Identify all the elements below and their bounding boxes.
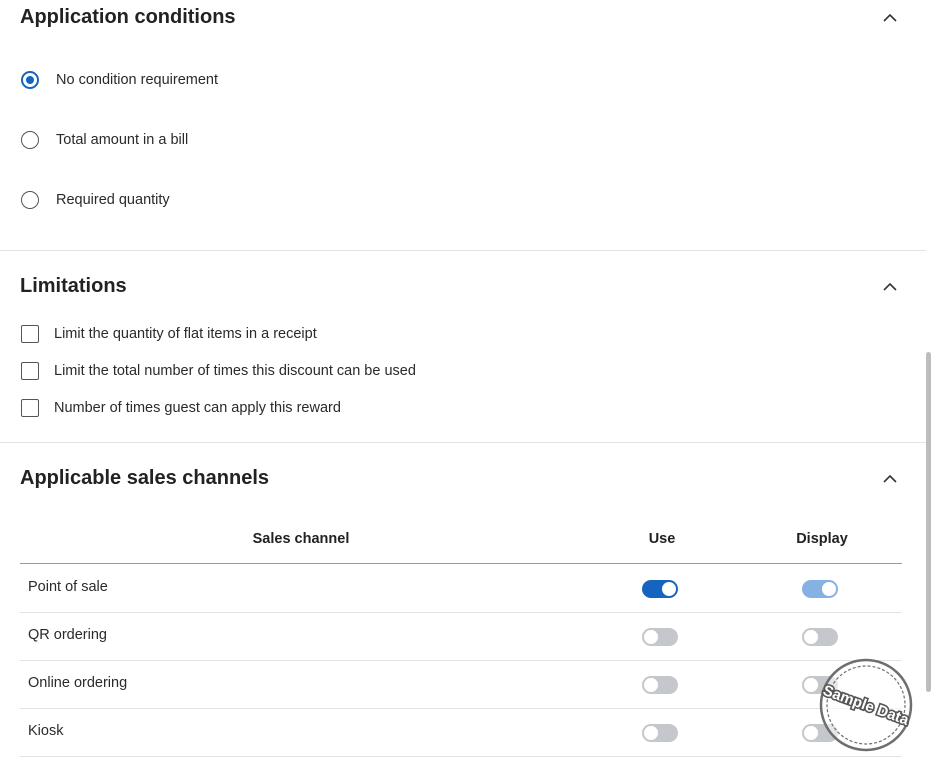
checkbox[interactable] bbox=[21, 325, 39, 343]
checkbox[interactable] bbox=[21, 362, 39, 380]
radio-label: Required quantity bbox=[56, 192, 170, 208]
radio-total-amount[interactable]: Total amount in a bill bbox=[20, 128, 188, 152]
toggle-knob bbox=[644, 678, 658, 692]
section-divider bbox=[0, 442, 926, 443]
toggle-knob bbox=[804, 678, 818, 692]
chevron-up-icon[interactable] bbox=[878, 6, 902, 30]
channel-label: Point of sale bbox=[28, 579, 108, 595]
column-header-display: Display bbox=[796, 531, 848, 547]
radio-required-quantity[interactable]: Required quantity bbox=[20, 188, 170, 212]
checkbox-label: Limit the total number of times this dis… bbox=[54, 363, 416, 379]
use-toggle[interactable] bbox=[642, 724, 678, 742]
display-toggle[interactable] bbox=[802, 580, 838, 598]
radio-button[interactable] bbox=[21, 191, 39, 209]
channel-label: Online ordering bbox=[28, 675, 128, 691]
chevron-up-icon[interactable] bbox=[878, 275, 902, 299]
application-conditions-section: Application conditions No condition requ… bbox=[0, 0, 926, 250]
table-row-qr-ordering: QR ordering bbox=[20, 612, 902, 661]
use-toggle[interactable] bbox=[642, 676, 678, 694]
checkbox-label: Number of times guest can apply this rew… bbox=[54, 400, 341, 416]
column-header-sales-channel: Sales channel bbox=[252, 531, 350, 547]
limitations-section: Limitations Limit the quantity of flat i… bbox=[0, 251, 926, 442]
table-row-online-ordering: Online ordering bbox=[20, 660, 902, 709]
radio-button[interactable] bbox=[21, 71, 39, 89]
toggle-knob bbox=[644, 726, 658, 740]
toggle-knob bbox=[644, 630, 658, 644]
limitations-title: Limitations bbox=[20, 275, 127, 297]
scrollbar-thumb[interactable] bbox=[926, 352, 931, 692]
toggle-knob bbox=[804, 630, 818, 644]
column-header-use: Use bbox=[648, 531, 676, 547]
display-toggle[interactable] bbox=[802, 628, 838, 646]
use-toggle[interactable] bbox=[642, 580, 678, 598]
checkbox[interactable] bbox=[21, 399, 39, 417]
channel-label: Kiosk bbox=[28, 723, 64, 739]
channel-label: QR ordering bbox=[28, 627, 107, 643]
radio-button[interactable] bbox=[21, 131, 39, 149]
use-toggle[interactable] bbox=[642, 628, 678, 646]
toggle-knob bbox=[804, 726, 818, 740]
checkbox-label: Limit the quantity of flat items in a re… bbox=[54, 326, 317, 342]
checkbox-guest-apply-times[interactable]: Number of times guest can apply this rew… bbox=[20, 397, 341, 419]
toggle-knob bbox=[662, 582, 676, 596]
chevron-up-icon[interactable] bbox=[878, 467, 902, 491]
radio-label: Total amount in a bill bbox=[56, 132, 189, 148]
checkbox-limit-total-uses[interactable]: Limit the total number of times this dis… bbox=[20, 360, 416, 382]
application-conditions-title: Application conditions bbox=[20, 6, 236, 28]
sales-channels-title: Applicable sales channels bbox=[20, 467, 269, 489]
table-row-kiosk: Kiosk bbox=[20, 708, 902, 757]
radio-no-condition[interactable]: No condition requirement bbox=[20, 68, 218, 92]
toggle-knob bbox=[822, 582, 836, 596]
checkbox-limit-flat-items[interactable]: Limit the quantity of flat items in a re… bbox=[20, 323, 317, 345]
sample-data-stamp: Sample Data bbox=[818, 657, 914, 753]
table-row-point-of-sale: Point of sale bbox=[20, 564, 902, 613]
radio-label: No condition requirement bbox=[56, 72, 219, 88]
